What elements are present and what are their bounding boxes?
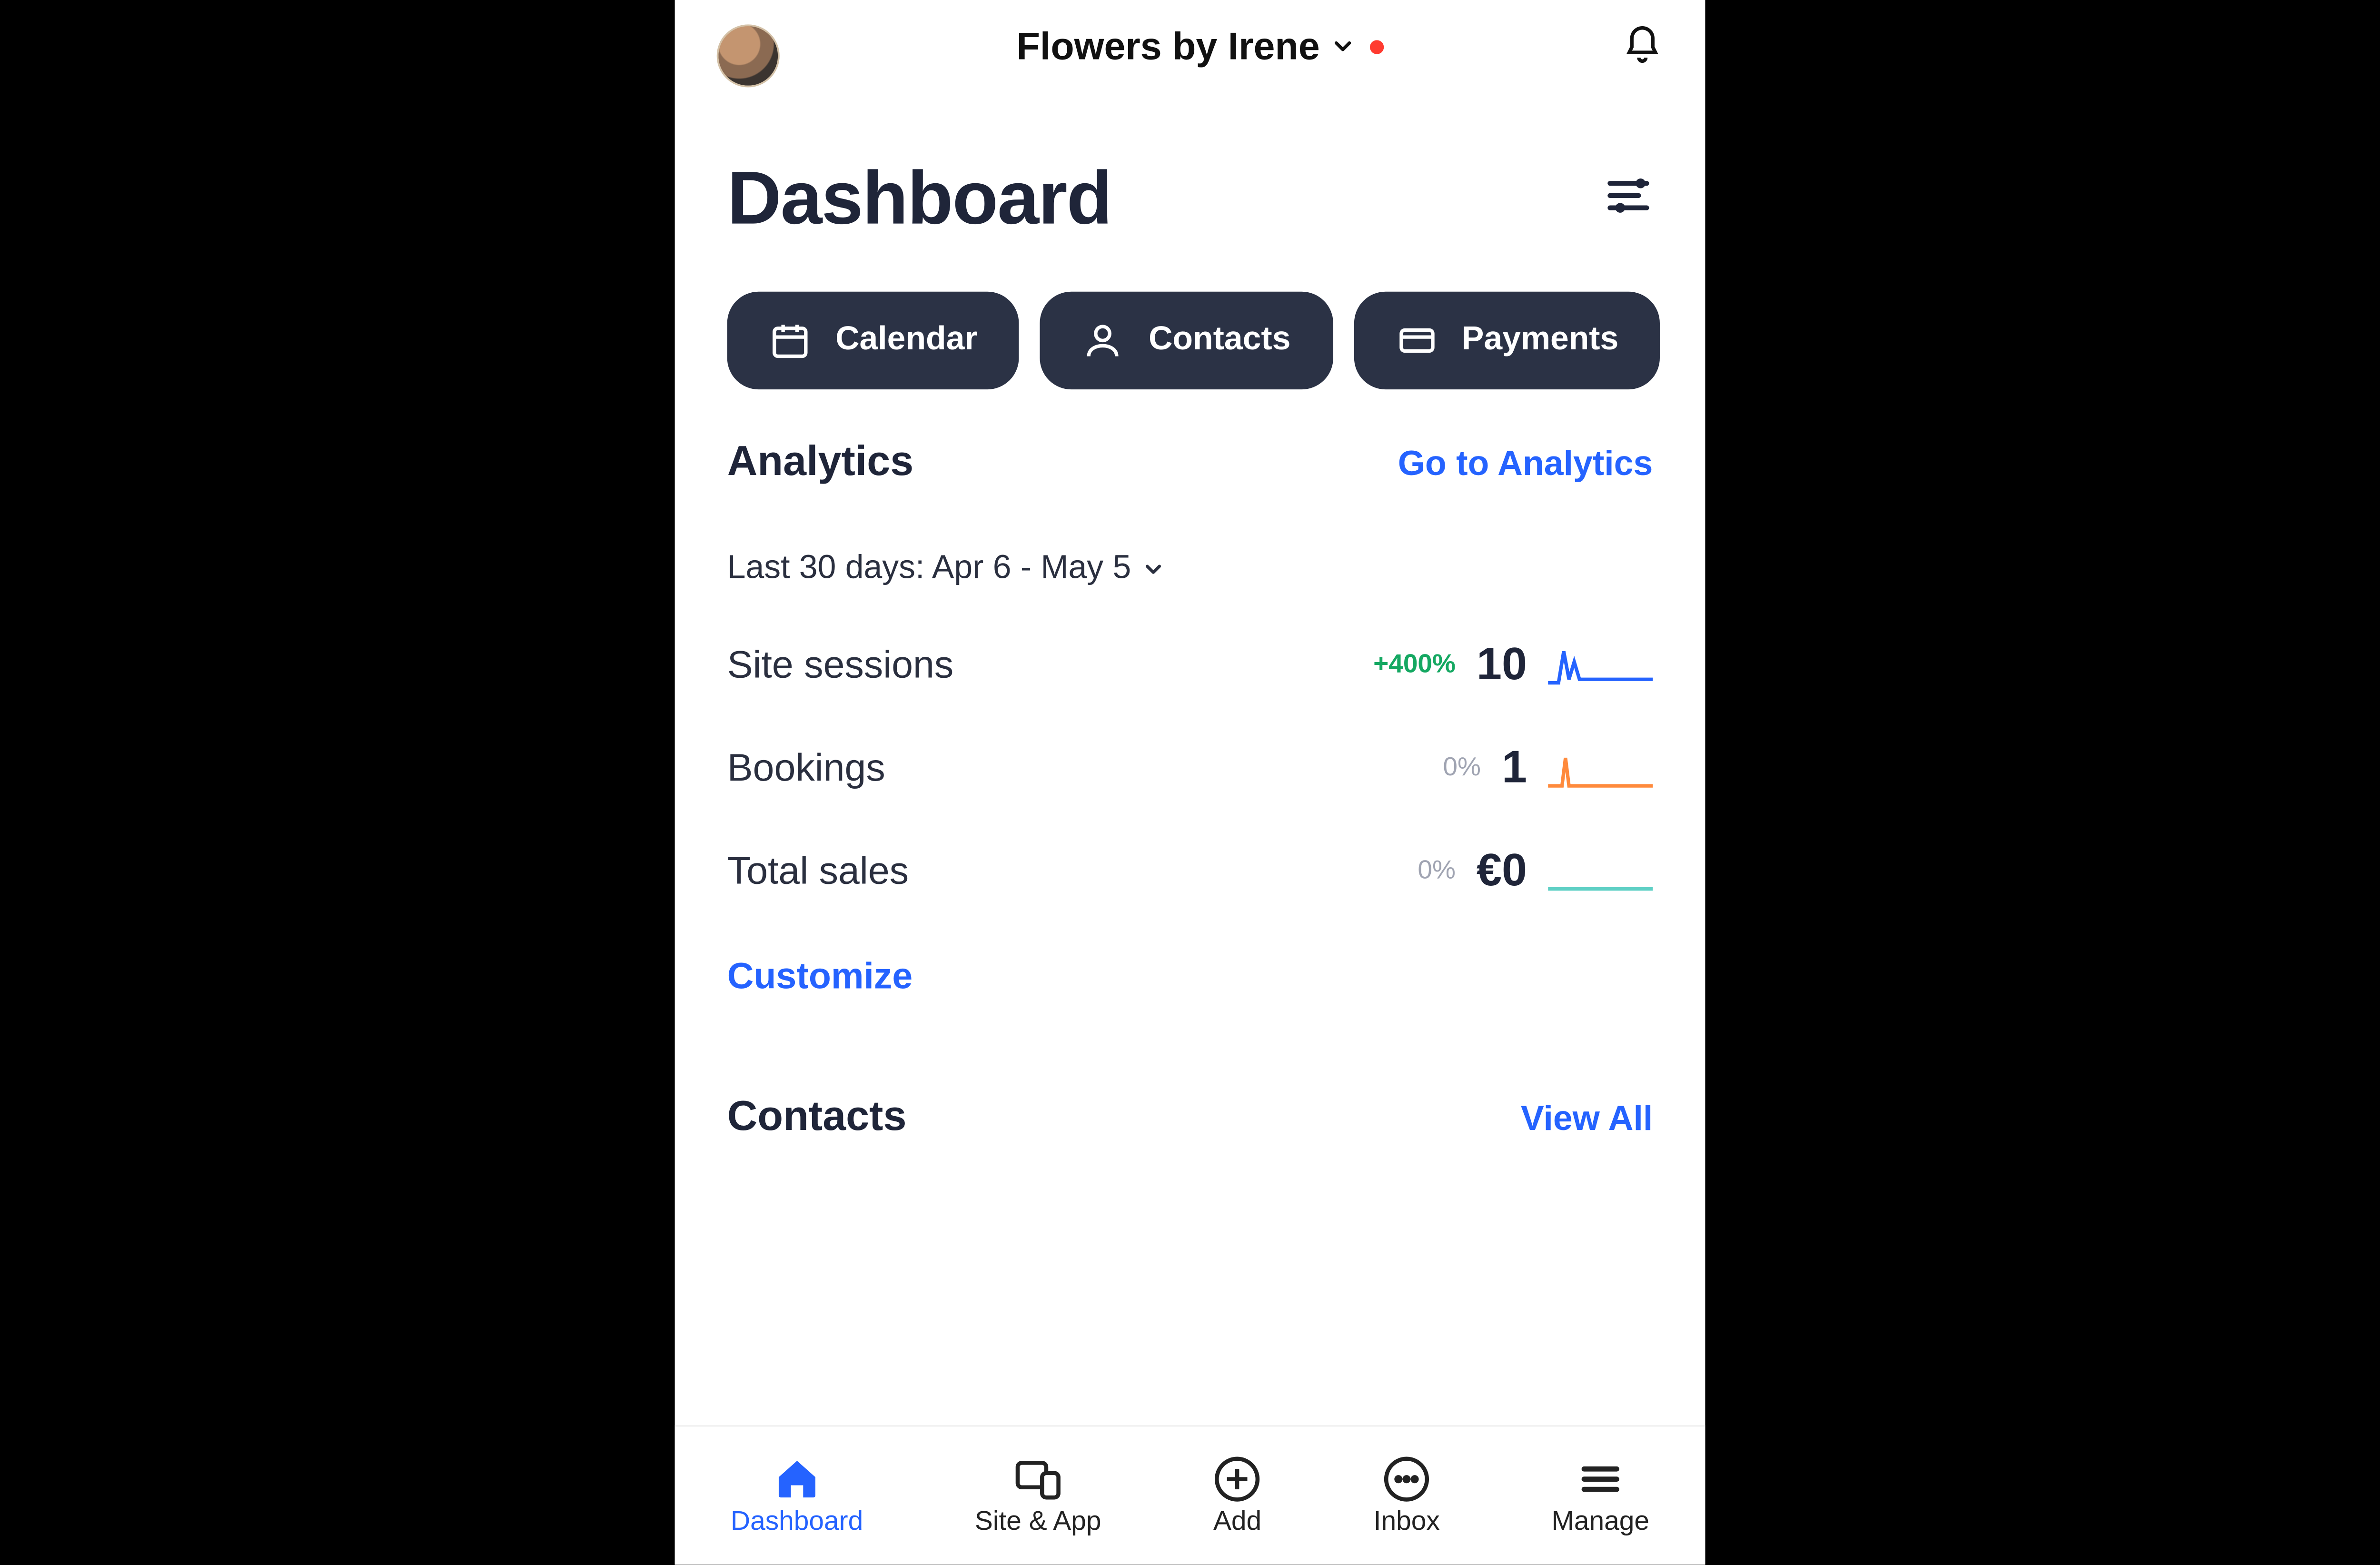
metric-values: 0% €0 — [1418, 843, 1653, 898]
sparkline-icon — [1548, 644, 1653, 685]
payments-icon — [1396, 319, 1438, 361]
sliders-icon — [1604, 171, 1653, 220]
metric-bookings[interactable]: Bookings 0% 1 — [727, 741, 1653, 795]
menu-icon — [1576, 1454, 1625, 1503]
tab-add[interactable]: Add — [1213, 1454, 1262, 1537]
analytics-title: Analytics — [727, 438, 914, 487]
metric-values: 0% 1 — [1443, 741, 1653, 795]
shortcut-payments[interactable]: Payments — [1353, 292, 1660, 389]
metric-values: +400% 10 — [1373, 637, 1653, 692]
contacts-header: Contacts View All — [727, 1093, 1653, 1142]
customize-analytics-link[interactable]: Customize — [727, 957, 1653, 999]
page-title: Dashboard — [727, 157, 1112, 243]
contacts-title: Contacts — [727, 1093, 907, 1142]
metric-site-sessions[interactable]: Site sessions +400% 10 — [727, 637, 1653, 692]
analytics-section: Analytics Go to Analytics Last 30 days: … — [675, 421, 1706, 1142]
avatar[interactable] — [717, 24, 780, 87]
date-range-selector[interactable]: Last 30 days: Apr 6 - May 5 — [727, 550, 1653, 589]
metric-change: 0% — [1443, 753, 1481, 782]
tab-label: Inbox — [1374, 1506, 1440, 1538]
metric-change: 0% — [1418, 856, 1456, 885]
metric-total-sales[interactable]: Total sales 0% €0 — [727, 843, 1653, 898]
sparkline-icon — [1548, 746, 1653, 788]
shortcut-contacts[interactable]: Contacts — [1041, 292, 1333, 389]
metric-change: +400% — [1373, 650, 1456, 679]
chevron-down-icon — [1330, 32, 1357, 66]
chevron-down-icon — [1141, 556, 1166, 586]
shortcut-label: Calendar — [835, 321, 977, 360]
shortcut-calendar[interactable]: Calendar — [727, 292, 1020, 389]
devices-icon — [1013, 1454, 1062, 1503]
contacts-icon — [1082, 319, 1124, 361]
view-all-contacts-link[interactable]: View All — [1521, 1100, 1653, 1140]
metric-value: 1 — [1502, 741, 1527, 795]
tab-label: Dashboard — [731, 1506, 863, 1538]
dashboard-settings-button[interactable] — [1604, 171, 1653, 229]
page-title-row: Dashboard — [675, 105, 1706, 260]
metric-label: Bookings — [727, 745, 885, 790]
top-bar: Flowers by Irene — [675, 0, 1706, 105]
notifications-button[interactable] — [1621, 24, 1663, 66]
quick-shortcuts: Calendar Contacts Payments — [675, 260, 1706, 421]
go-to-analytics-link[interactable]: Go to Analytics — [1398, 446, 1653, 485]
site-switcher[interactable]: Flowers by Irene — [1017, 24, 1385, 69]
tab-manage[interactable]: Manage — [1551, 1454, 1649, 1537]
plus-circle-icon — [1213, 1454, 1262, 1503]
tab-label: Site & App — [975, 1506, 1101, 1538]
chat-icon — [1382, 1454, 1431, 1503]
analytics-header: Analytics Go to Analytics — [727, 438, 1653, 487]
metric-value: €0 — [1477, 843, 1527, 898]
app-screen: Flowers by Irene Dashboard — [675, 0, 1706, 1565]
bell-icon — [1621, 24, 1663, 66]
metric-label: Total sales — [727, 848, 909, 893]
bottom-tab-bar: Dashboard Site & App Add Inbox Manage — [675, 1425, 1706, 1565]
tab-inbox[interactable]: Inbox — [1374, 1454, 1440, 1537]
shortcut-label: Payments — [1462, 321, 1618, 360]
sparkline-icon — [1548, 850, 1653, 891]
date-range-label: Last 30 days: Apr 6 - May 5 — [727, 550, 1131, 589]
site-name: Flowers by Irene — [1017, 24, 1320, 69]
tab-dashboard[interactable]: Dashboard — [731, 1454, 863, 1537]
tab-site-app[interactable]: Site & App — [975, 1454, 1101, 1537]
shortcut-label: Contacts — [1149, 321, 1290, 360]
tab-label: Add — [1213, 1506, 1261, 1538]
tab-label: Manage — [1551, 1506, 1649, 1538]
calendar-icon — [769, 319, 811, 361]
metric-value: 10 — [1477, 637, 1527, 692]
metric-label: Site sessions — [727, 642, 954, 687]
home-icon — [773, 1454, 822, 1503]
notification-dot-icon — [1370, 40, 1384, 54]
